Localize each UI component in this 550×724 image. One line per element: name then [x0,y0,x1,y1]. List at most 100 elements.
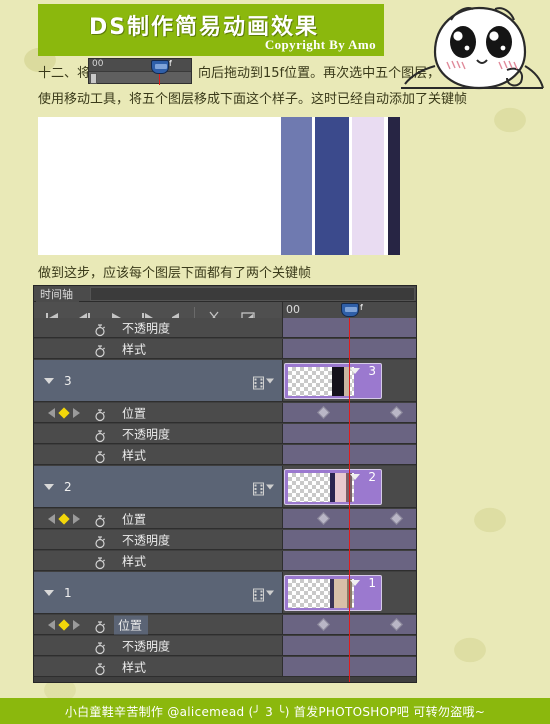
property-row-position[interactable]: 位置 [34,403,416,423]
row-left-cell: 位置 [34,509,282,528]
add-keyframe-icon[interactable] [58,512,70,525]
layer-clip-bar[interactable]: 2 [284,469,382,505]
row-left-cell: 不透明度 [34,424,282,443]
clip-number-label: 1 [368,576,376,590]
film-strip-icon[interactable] [253,480,264,495]
keyframe-marker-1[interactable] [390,617,403,631]
layer-clip-bar[interactable]: 1 [284,575,382,611]
previous-keyframe-icon[interactable] [48,513,55,524]
add-keyframe-icon[interactable] [58,406,70,419]
layer-clip-bar[interactable]: 3 [284,363,382,399]
ruler-start-label: 00 [286,303,300,316]
next-keyframe-icon[interactable] [73,513,80,524]
layer-menu-caret-icon[interactable] [266,378,274,383]
keyframe-navigator[interactable] [48,406,80,419]
property-label: 位置 [114,615,149,634]
swatch-indigo [315,117,349,255]
property-row-opacity[interactable]: 不透明度 [34,424,416,444]
keyframe-marker-1[interactable] [390,405,403,419]
stopwatch-icon[interactable] [94,660,106,675]
clip-disclosure-icon[interactable] [350,474,360,480]
property-row-opacity[interactable]: 不透明度 [34,636,416,656]
film-strip-icon[interactable] [253,374,264,389]
keyframe-navigator[interactable] [48,512,80,525]
paragraph-13: 做到这步，应该每个图层下面都有了两个关键帧 [38,266,312,281]
tab-timeline[interactable]: 时间轴 [36,286,79,302]
row-left-cell: 样式 [34,339,282,358]
row-left-cell: 3 [34,360,282,401]
document-canvas [38,117,400,255]
stopwatch-icon[interactable] [94,533,106,548]
thumbnail-slice [334,579,348,608]
timeline-playhead-line [349,318,350,682]
property-row-position[interactable]: 位置 [34,509,416,529]
previous-keyframe-icon[interactable] [48,407,55,418]
keyframe-navigator[interactable] [48,618,80,631]
row-left-cell: 样式 [34,551,282,570]
next-keyframe-icon[interactable] [73,407,80,418]
keyframe-marker-0[interactable] [317,617,330,631]
layer-row-2[interactable]: 22 [34,466,416,508]
stopwatch-icon[interactable] [94,342,106,357]
copyright-text: Copyright By Amo [264,37,376,52]
add-keyframe-icon[interactable] [58,618,70,631]
row-left-cell: 位置 [34,615,282,634]
disclosure-triangle-icon[interactable] [44,589,54,596]
clip-number-label: 2 [368,470,376,484]
property-row-style[interactable]: 样式 [34,657,416,677]
row-left-cell: 样式 [34,657,282,676]
footer-credit-text: 小白童鞋辛苦制作 @alicemead (╯ 3 ╰) 首发PHOTOSHOP吧… [64,705,486,719]
keyframe-marker-0[interactable] [317,405,330,419]
inline-frame-label: 00 [92,59,104,69]
layer-row-1[interactable]: 11 [34,572,416,614]
keyframe-marker-1[interactable] [390,511,403,525]
page-background: DS制作简易动画效果 Copyright By Amo 十二、将 向后拖动到15… [0,0,550,724]
row-left-cell: 不透明度 [34,318,282,337]
property-row-opacity[interactable]: 不透明度 [34,530,416,550]
property-row-opacity[interactable]: 不透明度 [34,318,416,338]
stopwatch-icon[interactable] [94,406,106,421]
stopwatch-icon[interactable] [94,554,106,569]
clip-thumbnail [288,367,354,396]
disclosure-triangle-icon[interactable] [44,377,54,384]
clip-disclosure-icon[interactable] [350,580,360,586]
panel-tab-bar: 时间轴 [34,286,416,302]
stopwatch-icon[interactable] [94,512,106,527]
next-keyframe-icon[interactable] [73,619,80,630]
inline-timeline-widget: 00 f [88,58,192,85]
property-row-style[interactable]: 样式 [34,551,416,571]
clip-thumbnail [288,579,354,608]
property-row-style[interactable]: 样式 [34,339,416,359]
property-row-position[interactable]: 位置 [34,615,416,635]
row-left-cell: 2 [34,466,282,507]
stopwatch-icon[interactable] [94,448,106,463]
clip-thumbnail [288,473,354,502]
layer-menu-caret-icon[interactable] [266,484,274,489]
property-label: 位置 [122,406,147,420]
mascot-svg [401,6,544,90]
layer-menu-caret-icon[interactable] [266,590,274,595]
property-label: 样式 [122,554,147,568]
stopwatch-icon[interactable] [94,321,106,336]
row-left-cell: 1 [34,572,282,613]
inline-playhead-marker[interactable] [151,60,169,74]
keyframe-marker-0[interactable] [317,511,330,525]
row-left-cell: 不透明度 [34,636,282,655]
previous-keyframe-icon[interactable] [48,619,55,630]
inline-playhead-flag: f [169,59,172,68]
property-row-style[interactable]: 样式 [34,445,416,465]
clip-disclosure-icon[interactable] [350,368,360,374]
layer-row-3[interactable]: 33 [34,360,416,402]
playhead-frame-flag: f [360,303,363,312]
stopwatch-icon[interactable] [94,427,106,442]
inline-scroll-handle[interactable] [90,73,97,84]
stopwatch-icon[interactable] [94,639,106,654]
playhead-marker[interactable] [341,303,359,317]
film-strip-icon[interactable] [253,586,264,601]
header-banner: DS制作简易动画效果 Copyright By Amo [38,4,384,56]
stopwatch-icon[interactable] [94,618,106,633]
disclosure-triangle-icon[interactable] [44,483,54,490]
layer-name-label: 3 [64,373,72,388]
property-label: 样式 [122,342,147,356]
swatch-lavender [352,117,384,255]
